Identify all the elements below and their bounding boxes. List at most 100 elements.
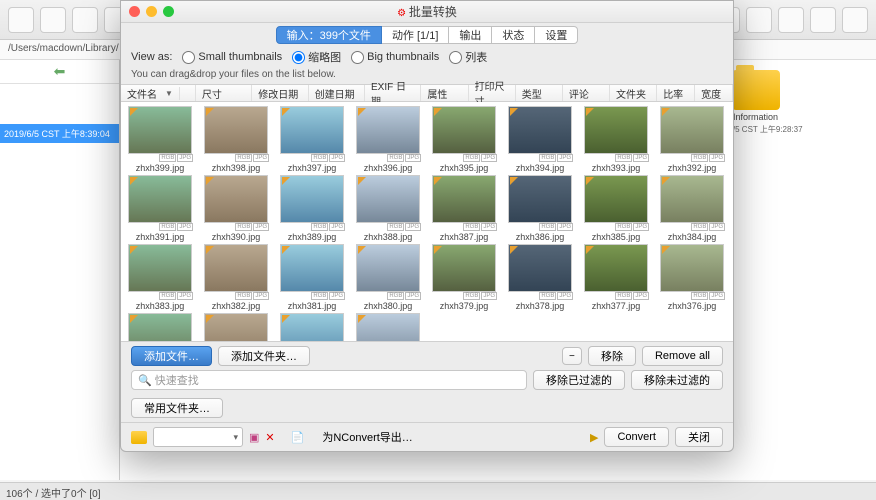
mark-icon [282,315,290,323]
column-header-cell[interactable]: 文件名▼ [121,85,196,101]
convert-button[interactable]: Convert [604,427,669,447]
toolbar-button[interactable] [40,7,66,33]
tab[interactable]: 状态 [492,26,535,44]
thumbnail-image [508,175,572,223]
add-folder-button[interactable]: 添加文件夹… [218,346,310,366]
remove-minus-button[interactable]: − [562,347,582,365]
mark-icon [206,246,214,254]
column-header-cell[interactable]: 文件夹 [610,85,657,101]
layout-button[interactable] [778,7,804,33]
column-header-cell[interactable]: 修改日期 [252,85,308,101]
view-small-radio[interactable]: Small thumbnails [182,51,282,64]
tab[interactable]: 输出 [449,26,492,44]
thumbnail-item[interactable]: RGBJPGzhxh396.jpg [353,106,423,173]
thumbnail-item[interactable]: RGBJPGzhxh399.jpg [125,106,195,173]
thumbnail-name: zhxh394.jpg [505,163,575,173]
thumbnail-item[interactable]: RGBJPGzhxh397.jpg [277,106,347,173]
thumbnail-item[interactable]: RGBJPGzhxh394.jpg [505,106,575,173]
mark-icon [282,177,290,185]
nav-back[interactable]: ⬅ [0,60,119,84]
thumbnail-item[interactable]: RGBJPGzhxh384.jpg [657,175,727,242]
titlebar: 批量转换 [121,1,733,23]
column-header-cell[interactable]: 宽度 [695,85,733,101]
thumbnail-image [660,106,724,154]
thumbnail-item[interactable]: RGBJPGzhxh389.jpg [277,175,347,242]
common-folders-row: 常用文件夹… [121,394,733,422]
tab-bar: 输入：399个文件动作 [1/1]输出状态设置 [121,23,733,45]
thumbnail-item[interactable]: RGBJPGzhxh387.jpg [429,175,499,242]
column-header-cell[interactable]: 比率 [657,85,695,101]
thumbnail-item[interactable]: RGBJPGzhxh388.jpg [353,175,423,242]
thumbnail-item[interactable]: RGBJPGzhxh391.jpg [125,175,195,242]
column-header-cell[interactable]: EXIF 日期 [365,85,421,101]
thumbnail-item[interactable]: RGBJPGzhxh380.jpg [353,244,423,311]
remove-button[interactable]: 移除 [588,346,636,366]
minimize-icon[interactable] [146,6,157,17]
layout-button[interactable] [810,7,836,33]
view-big-radio[interactable]: Big thumbnails [351,51,439,64]
view-mid-radio[interactable]: 缩略图 [292,49,341,65]
common-folders-button[interactable]: 常用文件夹… [131,398,223,418]
thumbnail-item[interactable]: RGBJPGzhxh393.jpg [581,106,651,173]
gear-icon[interactable] [842,7,868,33]
thumbnail-name: zhxh381.jpg [277,301,347,311]
thumbnail-item[interactable]: RGBJPGzhxh378.jpg [505,244,575,311]
tab[interactable]: 输入：399个文件 [276,26,382,44]
thumbnail-item[interactable]: RGBJPGzhxh377.jpg [581,244,651,311]
export-button[interactable]: 为NConvert导出… [310,427,424,447]
mark-icon [130,108,138,116]
thumbnail-item[interactable]: RGBJPGzhxh374.jpg [201,313,271,341]
thumbnail-item[interactable]: RGBJPGzhxh379.jpg [429,244,499,311]
view-list-radio[interactable]: 列表 [449,49,487,65]
delete-icon[interactable]: ✕ [265,431,274,444]
thumbnail-item[interactable]: RGBJPGzhxh398.jpg [201,106,271,173]
column-header-cell[interactable]: 打印尺寸 [469,85,516,101]
column-header-cell[interactable]: 类型 [516,85,563,101]
add-file-button[interactable]: 添加文件… [131,346,212,366]
thumbnail-item[interactable]: RGBJPGzhxh382.jpg [201,244,271,311]
remove-not-filtered-button[interactable]: 移除未过滤的 [631,370,723,390]
column-header-cell[interactable]: 属性 [421,85,468,101]
mark-icon [434,177,442,185]
folder-icon[interactable] [131,431,147,444]
thumbnail-name: zhxh384.jpg [657,232,727,242]
thumbnail-item[interactable]: RGBJPGzhxh392.jpg [657,106,727,173]
bookmark-icon[interactable]: ▣ [249,431,259,444]
remove-filtered-button[interactable]: 移除已过滤的 [533,370,625,390]
thumbnail-item[interactable]: RGBJPGzhxh376.jpg [657,244,727,311]
thumbnail-name: zhxh391.jpg [125,232,195,242]
thumbnail-item[interactable]: RGBJPGzhxh383.jpg [125,244,195,311]
zoom-icon[interactable] [163,6,174,17]
mark-icon [586,108,594,116]
thumbnail-item[interactable]: RGBJPGzhxh381.jpg [277,244,347,311]
thumbnail-item[interactable]: RGBJPGzhxh373.jpg [277,313,347,341]
thumbnail-item[interactable]: RGBJPGzhxh390.jpg [201,175,271,242]
column-header-cell[interactable]: 尺寸 [196,85,252,101]
remove-all-button[interactable]: Remove all [642,346,723,366]
thumbnail-item[interactable]: RGBJPGzhxh386.jpg [505,175,575,242]
column-header-cell[interactable]: 创建日期 [309,85,365,101]
toolbar-button[interactable] [8,7,34,33]
thumbnail-image [280,175,344,223]
search-input[interactable]: 🔍 快速查找 [131,370,527,390]
folder-select[interactable] [153,427,243,447]
thumbnail-item[interactable]: RGBJPGzhxh372.jpg [353,313,423,341]
close-icon[interactable] [129,6,140,17]
thumbnail-grid[interactable]: RGBJPGzhxh399.jpgRGBJPGzhxh398.jpgRGBJPG… [121,102,733,341]
thumbnail-item[interactable]: RGBJPGzhxh375.jpg [125,313,195,341]
close-button[interactable]: 关闭 [675,427,723,447]
thumbnail-item[interactable]: RGBJPGzhxh395.jpg [429,106,499,173]
tab[interactable]: 动作 [1/1] [382,26,449,44]
mark-icon [206,315,214,323]
column-header-cell[interactable]: 评论 [563,85,610,101]
thumbnail-name: zhxh389.jpg [277,232,347,242]
column-header[interactable]: 文件名▼尺寸修改日期创建日期EXIF 日期属性打印尺寸类型评论文件夹比率宽度 [121,84,733,102]
selected-date[interactable]: 2019/6/5 CST 上午8:39:04 [0,124,119,143]
tab[interactable]: 设置 [535,26,578,44]
mark-icon [206,177,214,185]
mark-icon [282,246,290,254]
toolbar-button[interactable] [72,7,98,33]
layout-button[interactable] [746,7,772,33]
thumbnail-image [508,244,572,292]
thumbnail-item[interactable]: RGBJPGzhxh385.jpg [581,175,651,242]
